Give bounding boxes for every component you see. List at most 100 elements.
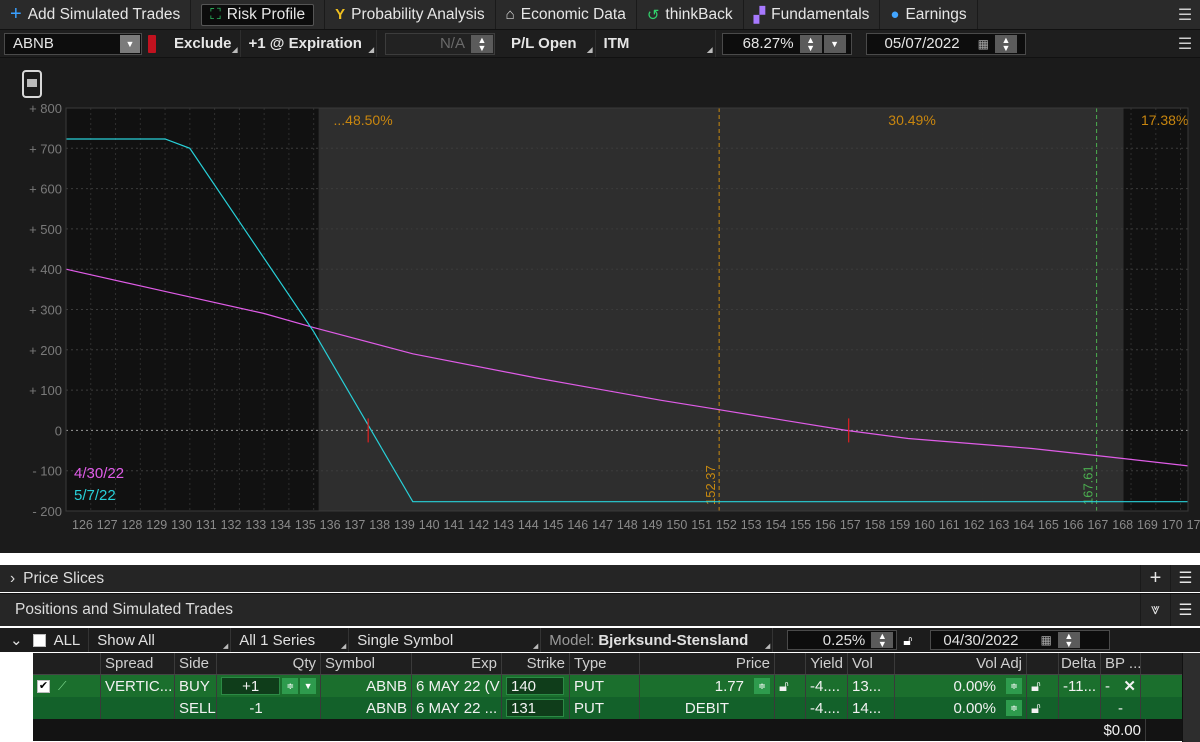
col-vol-adj[interactable]: Vol Adj xyxy=(895,653,1027,674)
stepper-icon[interactable]: ▲ ▼ xyxy=(1057,632,1080,649)
tab-label: Fundamentals xyxy=(771,5,870,23)
series-dropdown[interactable]: All 1 Series ◢ xyxy=(231,628,350,652)
tab-earnings[interactable]: ● Earnings xyxy=(880,0,978,29)
col-yield[interactable]: Yield xyxy=(806,653,848,674)
chevron-right-icon[interactable]: › xyxy=(10,570,15,588)
symbol-selector[interactable]: ABNB ▼ xyxy=(4,32,142,55)
col-vol[interactable]: Vol xyxy=(848,653,895,674)
stepper-icon[interactable]: ▲ ▼ xyxy=(871,632,894,649)
exclude-dropdown[interactable]: Exclude ◢ xyxy=(166,30,241,57)
lock-icon[interactable]: 🔓︎ xyxy=(1027,697,1059,719)
x-tick-label: 142 xyxy=(468,518,489,532)
menu-icon[interactable]: ☰ xyxy=(1170,594,1200,626)
breakeven-label: 167.61 xyxy=(1081,465,1096,505)
calendar-icon[interactable]: ▦ xyxy=(1040,633,1051,647)
y-tick-label: + 700 xyxy=(29,141,62,156)
menu-icon[interactable]: ☰ xyxy=(1170,565,1200,592)
pl-open-dropdown[interactable]: P/L Open ◢ xyxy=(503,30,596,57)
row-side[interactable]: BUY xyxy=(175,675,217,697)
x-tick-label: 150 xyxy=(666,518,687,532)
na-input[interactable]: N/A ▲ ▼ xyxy=(384,32,495,55)
row-qty[interactable]: -1 xyxy=(217,697,321,719)
positions-filter-bar: ⌄ ALL Show All ◢ All 1 Series ◢ Single S… xyxy=(0,628,1200,652)
row-exp[interactable]: 6 MAY 22 (V xyxy=(412,675,502,697)
row-spread[interactable]: VERTIC... xyxy=(101,675,175,697)
trend-icon: ⟋ xyxy=(58,678,67,693)
table-row[interactable]: ✔ ⟋ VERTIC... BUY +1 ≑ ▼ ABNB 6 MAY 22 (… xyxy=(33,675,1200,697)
col-delta[interactable]: Delta xyxy=(1059,653,1101,674)
col-price[interactable]: Price xyxy=(640,653,775,674)
x-tick-label: 160 xyxy=(914,518,935,532)
tab-fundamentals[interactable]: ▞ Fundamentals xyxy=(744,0,881,29)
menu-icon[interactable]: ☰ xyxy=(1170,0,1200,29)
row-side[interactable]: SELL xyxy=(175,697,217,719)
row-vol-adj[interactable]: 0.00% ≑ xyxy=(895,697,1027,719)
lock-icon[interactable]: 🔓︎ xyxy=(1027,675,1059,697)
table-scrollbar[interactable] xyxy=(1182,653,1200,742)
row-type[interactable]: PUT xyxy=(570,697,640,719)
add-icon[interactable]: + xyxy=(1140,565,1170,592)
row-strike[interactable]: 131 xyxy=(502,697,570,719)
date-input[interactable]: 05/07/2022 ▦ ▲ ▼ xyxy=(865,32,1026,55)
rate-input[interactable]: 0.25% ▲ ▼ xyxy=(787,630,898,650)
select-all-checkbox[interactable] xyxy=(32,633,46,647)
alert-chip-icon[interactable] xyxy=(148,34,156,53)
stepper-icon[interactable]: ≑ xyxy=(282,678,299,694)
tab-probability-analysis[interactable]: Y Probability Analysis xyxy=(325,0,496,29)
chevron-down-icon[interactable]: ▼ xyxy=(300,678,317,694)
model-dropdown[interactable]: Model: Bjerksund-Stensland ◢ xyxy=(541,628,774,652)
single-symbol-dropdown[interactable]: Single Symbol ◢ xyxy=(349,628,542,652)
tab-economic-data[interactable]: ⌂ Economic Data xyxy=(496,0,637,29)
row-checkbox[interactable]: ✔ xyxy=(37,679,50,693)
screenshot-icon[interactable] xyxy=(22,70,42,98)
sim-date-input[interactable]: 04/30/2022 ▦ ▲ ▼ xyxy=(930,630,1111,650)
collapse-icon[interactable]: ⩔ xyxy=(1140,594,1170,626)
expand-toggle[interactable]: ⌄ xyxy=(0,628,29,652)
menu-icon[interactable]: ☰ xyxy=(1170,34,1200,54)
stepper-icon[interactable]: ≑ xyxy=(1006,678,1022,694)
stepper-icon[interactable]: ▲ ▼ xyxy=(994,34,1017,53)
expiration-dropdown[interactable]: +1 @ Expiration ◢ xyxy=(241,30,377,57)
x-tick-label: 162 xyxy=(964,518,985,532)
itm-dropdown[interactable]: ITM ◢ xyxy=(596,30,716,57)
close-icon[interactable]: ✕ xyxy=(1123,677,1136,695)
lock-icon[interactable]: 🔓︎ xyxy=(775,675,806,697)
probability-input[interactable]: 68.27% ▲ ▼ ▼ xyxy=(721,32,852,55)
tab-risk-profile[interactable]: ⛶ Risk Profile xyxy=(191,0,326,29)
col-exp[interactable]: Exp xyxy=(412,653,502,674)
calendar-icon[interactable]: ▦ xyxy=(978,37,989,51)
col-side[interactable]: Side xyxy=(175,653,217,674)
row-exp[interactable]: 6 MAY 22 ... xyxy=(412,697,502,719)
stepper-icon[interactable]: ≑ xyxy=(1006,700,1022,716)
tab-thinkback[interactable]: ↺ thinkBack xyxy=(637,0,744,29)
col-qty[interactable]: Qty xyxy=(217,653,321,674)
positions-header[interactable]: Positions and Simulated Trades ⩔ ☰ xyxy=(0,593,1200,626)
stepper-icon[interactable]: ▲ ▼ xyxy=(799,34,822,53)
row-qty[interactable]: +1 ≑ ▼ xyxy=(217,675,321,697)
row-vol-adj[interactable]: 0.00% ≑ xyxy=(895,675,1027,697)
row-type[interactable]: PUT xyxy=(570,675,640,697)
select-all[interactable]: ALL xyxy=(29,628,90,652)
chevron-down-icon[interactable]: ▼ xyxy=(823,34,846,53)
stepper-icon[interactable]: ≑ xyxy=(754,678,770,694)
row-strike[interactable]: 140 xyxy=(502,675,570,697)
row-spread[interactable] xyxy=(101,697,175,719)
chevron-down-icon[interactable]: ⌄ xyxy=(10,631,23,649)
col-symbol[interactable]: Symbol xyxy=(321,653,412,674)
show-all-dropdown[interactable]: Show All ◢ xyxy=(89,628,232,652)
col-type[interactable]: Type xyxy=(570,653,640,674)
price-slices-header[interactable]: › Price Slices + ☰ xyxy=(0,565,1200,592)
col-strike[interactable]: Strike xyxy=(502,653,570,674)
y-tick-label: + 400 xyxy=(29,262,62,277)
lock-icon[interactable]: 🔓︎ xyxy=(903,632,912,649)
legend-entry: 5/7/22 xyxy=(74,487,116,504)
table-row[interactable]: SELL -1 ABNB 6 MAY 22 ... 131 PUT DEBIT … xyxy=(33,697,1200,719)
risk-profile-chart[interactable]: + 800 + 700 + 600 + 500 + 400 + 300 + 200 + 100… xyxy=(0,58,1200,553)
col-spread[interactable]: Spread xyxy=(101,653,175,674)
tab-add-simulated-trades[interactable]: + Add Simulated Trades xyxy=(0,0,192,29)
chevron-down-icon[interactable]: ▼ xyxy=(120,34,140,53)
stepper-icon[interactable]: ▲ ▼ xyxy=(470,34,493,53)
col-bp[interactable]: BP ... xyxy=(1101,653,1141,674)
splitter[interactable] xyxy=(0,553,1200,565)
row-price[interactable]: 1.77 ≑ xyxy=(640,675,775,697)
